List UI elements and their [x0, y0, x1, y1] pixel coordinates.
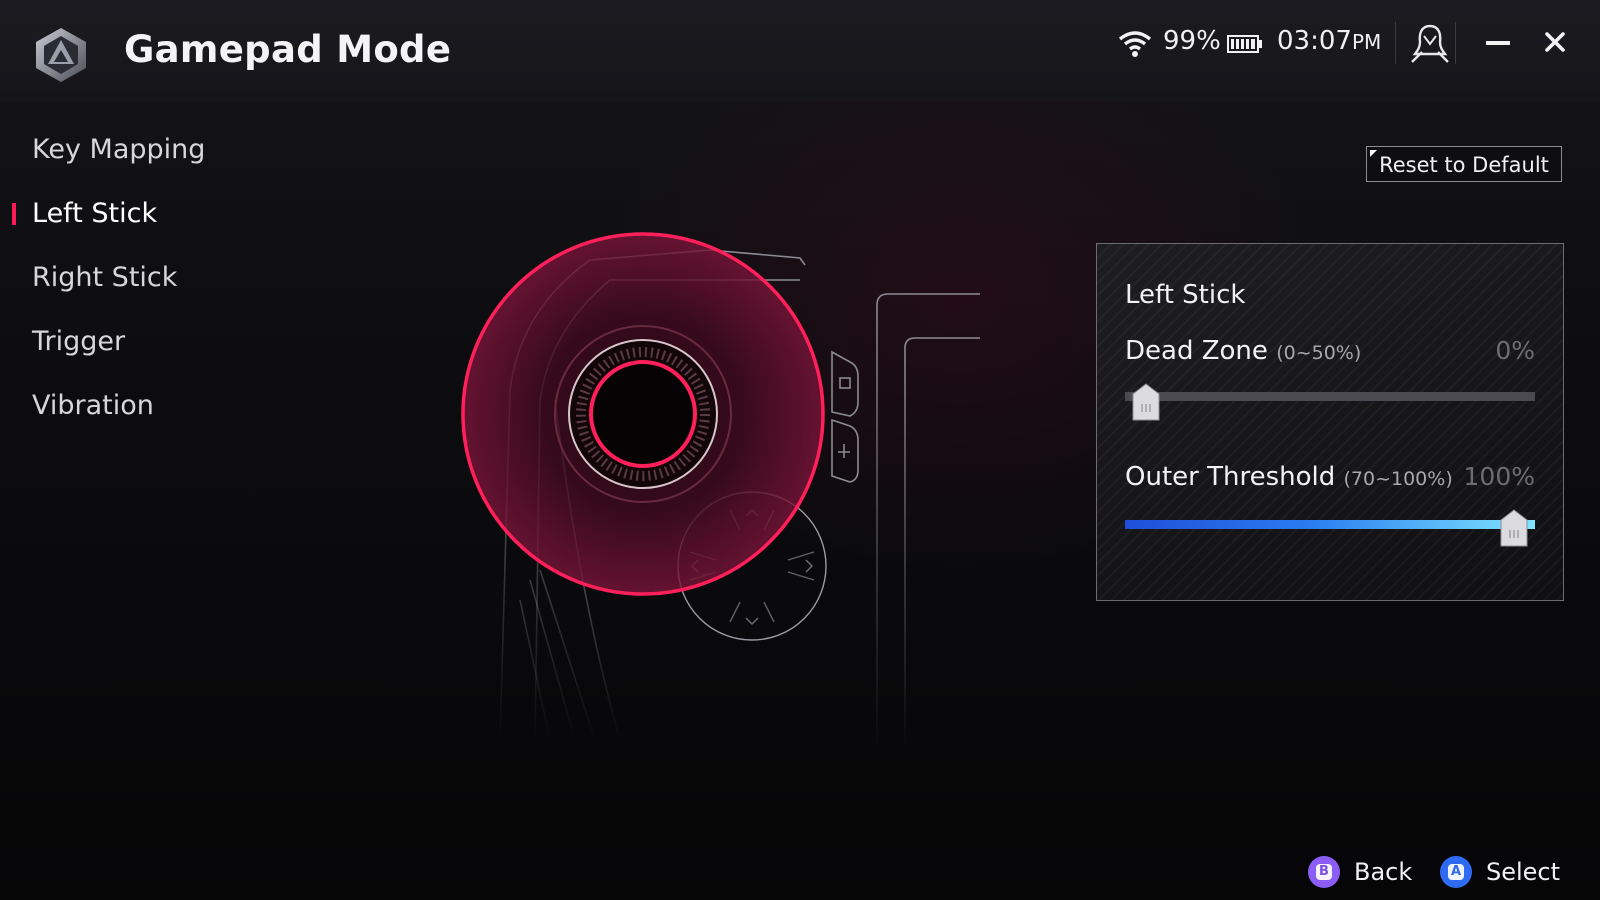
- active-indicator: [12, 203, 16, 225]
- select-label: Select: [1486, 858, 1561, 886]
- sidebar-item-trigger[interactable]: Trigger: [0, 310, 300, 374]
- sidebar-item-vibration[interactable]: Vibration: [0, 374, 300, 438]
- outer-threshold-value: 100%: [1463, 462, 1535, 491]
- outer-threshold-slider-fill: [1125, 520, 1535, 529]
- gamepad-mode-window: Gamepad Mode 99% 03:07PM Key Mapping Lef…: [0, 0, 1600, 900]
- status-divider: [1395, 22, 1396, 64]
- clock-ampm: PM: [1351, 30, 1382, 54]
- a-button-glyph: A: [1448, 864, 1464, 880]
- sidebar-item-label: Trigger: [32, 326, 126, 357]
- back-label: Back: [1354, 858, 1413, 886]
- dead-zone-value: 0%: [1495, 336, 1535, 365]
- outer-threshold-label: Outer Threshold (70~100%): [1125, 462, 1453, 492]
- minimize-icon: [1486, 41, 1510, 45]
- dead-zone-label: Dead Zone (0~50%): [1125, 336, 1361, 366]
- a-button-icon: A: [1440, 856, 1472, 888]
- sidebar-nav: Key Mapping Left Stick Right Stick Trigg…: [0, 118, 300, 438]
- left-stick-highlight: [461, 232, 825, 596]
- panel-title: Left Stick: [1125, 280, 1246, 310]
- outer-threshold-label-text: Outer Threshold: [1125, 462, 1336, 492]
- outer-threshold-slider-thumb[interactable]: [1499, 508, 1529, 548]
- sidebar-item-label: Right Stick: [32, 262, 178, 293]
- wifi-icon: [1118, 31, 1152, 57]
- left-stick-settings-panel: Left Stick Dead Zone (0~50%) 0% Outer Th…: [1096, 243, 1564, 601]
- dead-zone-label-text: Dead Zone: [1125, 336, 1268, 366]
- sidebar-item-left-stick[interactable]: Left Stick: [0, 182, 300, 246]
- reset-to-default-button[interactable]: Reset to Default: [1366, 146, 1562, 182]
- app-title: Gamepad Mode: [124, 28, 452, 71]
- outer-threshold-range: (70~100%): [1343, 468, 1453, 490]
- dead-zone-range: (0~50%): [1276, 342, 1362, 364]
- window-controls-divider: [1455, 22, 1456, 64]
- back-hint[interactable]: B Back: [1308, 852, 1412, 892]
- reset-button-label: Reset to Default: [1379, 153, 1549, 177]
- sidebar-item-label: Vibration: [32, 390, 154, 421]
- sidebar-item-label: Left Stick: [32, 198, 158, 229]
- b-button-icon: B: [1308, 856, 1340, 888]
- armoury-crate-logo-icon: [36, 28, 86, 82]
- battery-percentage: 99%: [1163, 26, 1221, 56]
- sidebar-item-key-mapping[interactable]: Key Mapping: [0, 118, 300, 182]
- select-hint[interactable]: A Select: [1440, 852, 1560, 892]
- close-icon: [1545, 32, 1565, 52]
- clock-time: 03:07: [1277, 26, 1352, 56]
- sidebar-item-right-stick[interactable]: Right Stick: [0, 246, 300, 310]
- corner-accent: [1370, 150, 1377, 157]
- dead-zone-slider[interactable]: [1125, 392, 1535, 401]
- battery-icon: [1227, 35, 1262, 53]
- close-button[interactable]: [1538, 24, 1572, 60]
- clock: 03:07PM: [1277, 26, 1381, 56]
- sidebar-item-label: Key Mapping: [32, 134, 206, 165]
- gamepad-illustration: [461, 232, 980, 750]
- title-bar: Gamepad Mode 99% 03:07PM: [0, 0, 1600, 102]
- user-profile-icon[interactable]: [1410, 22, 1450, 64]
- b-button-glyph: B: [1316, 864, 1332, 880]
- dead-zone-slider-thumb[interactable]: [1131, 382, 1161, 422]
- minimize-button[interactable]: [1482, 24, 1514, 60]
- outer-threshold-slider[interactable]: [1125, 520, 1535, 529]
